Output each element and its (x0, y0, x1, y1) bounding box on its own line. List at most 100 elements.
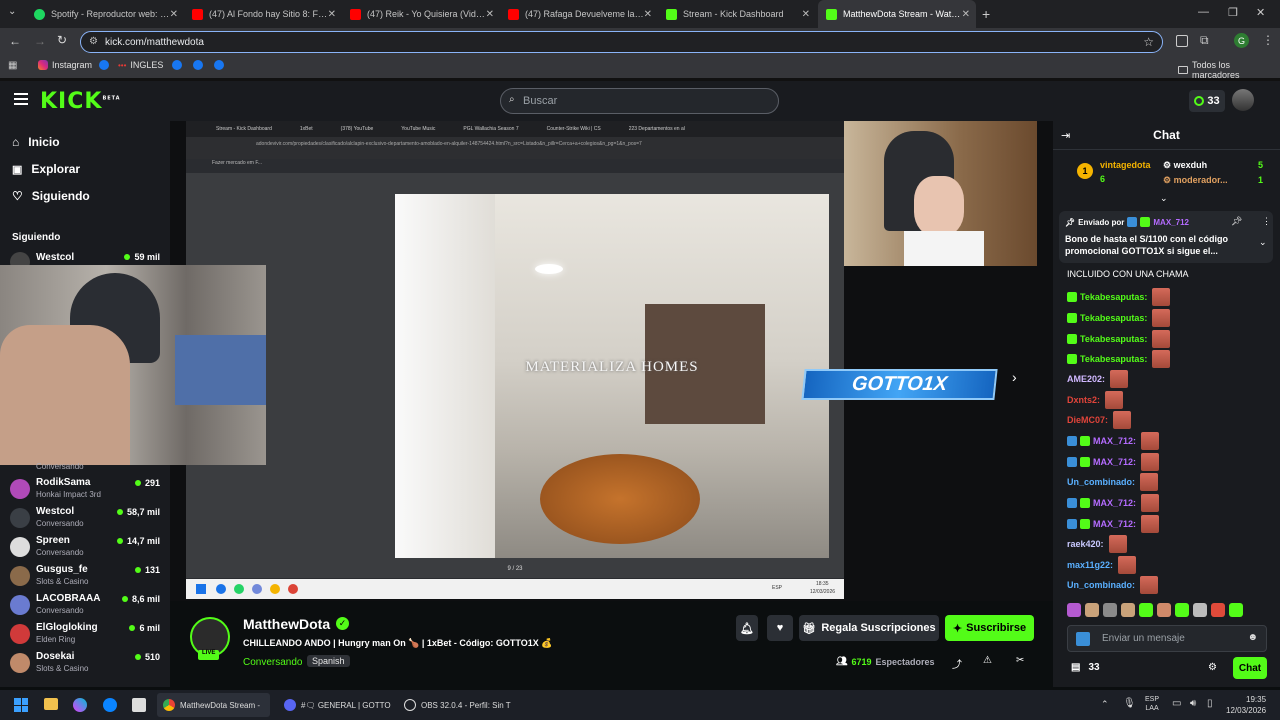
language-indicator[interactable]: ESP LAA (1145, 695, 1159, 713)
points-button[interactable]: 33 (1189, 90, 1225, 112)
follow-button[interactable]: ♥ (767, 615, 793, 641)
stream-category[interactable]: Conversando (243, 657, 302, 668)
chat-username[interactable]: max11g22: (1067, 560, 1113, 570)
new-tab-icon[interactable]: + (982, 6, 990, 22)
bookmark-star-icon[interactable]: ☆ (1143, 35, 1154, 49)
network-icon[interactable]: ▭ (1172, 698, 1181, 709)
facebook-icon[interactable] (99, 60, 109, 70)
user-avatar[interactable] (1232, 89, 1254, 111)
facebook-icon[interactable] (193, 60, 203, 70)
chat-username[interactable]: raek420: (1067, 539, 1104, 549)
maximize-icon[interactable]: ❐ (1228, 6, 1238, 19)
close-icon[interactable]: ✕ (328, 9, 336, 20)
minimize-icon[interactable]: — (1198, 6, 1209, 18)
chat-username[interactable]: AME202: (1067, 374, 1105, 384)
media-icon[interactable] (1176, 35, 1188, 47)
language-tag[interactable]: Spanish (307, 655, 350, 667)
microphone-icon[interactable]: 🎙︎ (1123, 698, 1136, 709)
chat-username[interactable]: Tekabesaputas: (1080, 313, 1147, 323)
settings-icon[interactable]: ⚙ (1208, 662, 1217, 673)
sidebar-item-siguiendo[interactable]: ♡ Siguiendo (12, 189, 90, 203)
subscribe-button[interactable]: ✦ Suscribirse (945, 615, 1034, 641)
volume-icon[interactable]: 🔊︎ (1190, 698, 1196, 709)
site-info-icon[interactable]: ⚙ (89, 36, 98, 47)
top-gifter-name[interactable]: vintagedota (1100, 160, 1151, 170)
chat-username[interactable]: DieMC07: (1067, 415, 1108, 425)
chat-username[interactable]: MAX_712: (1093, 436, 1136, 446)
facebook-icon[interactable] (172, 60, 182, 70)
video-player[interactable]: Stream - Kick Dashboard 1xBet (378) YouT… (170, 121, 1053, 601)
browser-tab[interactable]: (47) Al Fondo hay Sitio 8: Franc ✕ (184, 0, 342, 28)
chat-username[interactable]: MAX_712: (1093, 498, 1136, 508)
report-icon[interactable]: ⚠ (983, 655, 992, 666)
emote[interactable] (1175, 603, 1189, 617)
url-input[interactable]: ⚙ kick.com/matthewdota ☆ (80, 31, 1163, 53)
close-icon[interactable]: ✕ (170, 9, 178, 20)
emote[interactable] (1229, 603, 1243, 617)
chat-username[interactable]: Tekabesaputas: (1080, 354, 1147, 364)
unpin-icon[interactable]: 📌︎ (1231, 216, 1242, 227)
search-input[interactable]: ⌕ Buscar (500, 88, 779, 114)
emoji-icon[interactable]: ☻ (1247, 632, 1258, 643)
battery-icon[interactable]: ▯ (1207, 698, 1213, 709)
sidebar-channel[interactable]: LACOBRAAA Conversando 8,6 mil (10, 593, 160, 621)
menu-dots-icon[interactable]: ⋮ (1262, 33, 1274, 47)
sidebar-channel[interactable]: RodikSama Honkai Impact 3rd 291 (10, 477, 160, 505)
browser-tab-active[interactable]: MatthewDota Stream - Watch L ✕ (818, 0, 976, 28)
bookmark-instagram[interactable]: Instagram (38, 60, 92, 70)
sidebar-channel[interactable]: Westcol Conversando 58,7 mil (10, 506, 160, 534)
tray-chevron-icon[interactable]: ⌃ (1101, 699, 1109, 710)
emote[interactable] (1103, 603, 1117, 617)
chat-username[interactable]: Un_combinado: (1067, 477, 1135, 487)
browser-tab[interactable]: (47) Rafaga Devuelveme la Vid ✕ (500, 0, 658, 28)
forward-icon[interactable]: → (34, 34, 46, 48)
chat-username[interactable]: Dxnts2: (1067, 395, 1100, 405)
emote[interactable] (1193, 603, 1207, 617)
expand-icon[interactable]: ⌄ (1160, 193, 1168, 204)
chat-username[interactable]: Tekabesaputas: (1080, 334, 1147, 344)
sidebar-channel[interactable]: Spreen Conversando 14,7 mil (10, 535, 160, 563)
close-icon[interactable]: ✕ (962, 9, 970, 20)
emote[interactable] (1157, 603, 1171, 617)
top-gifter-name[interactable]: moderador... (1174, 175, 1228, 185)
sidebar-channel[interactable]: Dosekai Slots & Casino 510 (10, 651, 160, 679)
close-icon[interactable]: ✕ (486, 9, 494, 20)
clock[interactable]: 19:35 12/03/2026 (1226, 694, 1266, 716)
browser-tab[interactable]: Spotify - Reproductor web: mú ✕ (26, 0, 184, 28)
browser-tab[interactable]: Stream - Kick Dashboard ✕ (658, 0, 816, 28)
notification-button[interactable]: 🔔︎ (736, 615, 758, 641)
taskbar-item-discord[interactable]: #🗨 GENERAL | GOTTO (278, 693, 396, 717)
close-icon[interactable]: ✕ (802, 9, 810, 20)
reload-icon[interactable]: ↻ (57, 33, 67, 47)
profile-avatar[interactable]: G (1234, 33, 1249, 48)
sidebar-item-inicio[interactable]: ⌂ Inicio (12, 135, 60, 149)
chat-username[interactable]: Un_combinado: (1067, 580, 1135, 590)
kick-logo[interactable]: KICKBETA (40, 89, 121, 114)
gift-subs-button[interactable]: 🎁︎ Regala Suscripciones (799, 615, 939, 641)
next-arrow-icon[interactable]: › (1012, 369, 1017, 385)
sidebar-channel[interactable]: ElGlogloking Elden Ring 6 mil (10, 622, 160, 650)
send-chat-button[interactable]: Chat (1233, 657, 1267, 679)
emote[interactable] (1121, 603, 1135, 617)
emote[interactable] (1139, 603, 1153, 617)
all-bookmarks[interactable]: Todos los marcadores (1178, 60, 1280, 80)
taskbar-item-chrome[interactable]: MatthewDota Stream - (157, 693, 270, 717)
copilot-icon[interactable] (73, 698, 87, 712)
emote[interactable] (1085, 603, 1099, 617)
file-explorer-icon[interactable] (44, 698, 58, 710)
chat-username[interactable]: MAX_712: (1093, 519, 1136, 529)
more-icon[interactable]: ⋮ (1262, 216, 1271, 227)
sidebar-item-explorar[interactable]: ▣ Explorar (12, 162, 80, 176)
windows-start-icon[interactable] (14, 698, 28, 712)
browser-tab[interactable]: (47) Reik - Yo Quisiera (Video) ✕ (342, 0, 500, 28)
window-close-icon[interactable]: ✕ (1256, 6, 1265, 19)
hamburger-icon[interactable] (14, 93, 28, 105)
tab-search-icon[interactable]: ⌄ (8, 6, 16, 17)
store-icon[interactable] (132, 698, 146, 712)
edge-icon[interactable] (103, 698, 117, 712)
facebook-icon[interactable] (214, 60, 224, 70)
extensions-icon[interactable]: ⧉ (1200, 33, 1209, 48)
chat-input[interactable]: Enviar un mensaje ☻ (1067, 625, 1267, 652)
share-icon[interactable]: ⤴ (952, 656, 962, 671)
pinned-message[interactable]: 📌︎ Enviado por MAX_712 📌︎ ⋮ Bono de hast… (1059, 211, 1273, 263)
